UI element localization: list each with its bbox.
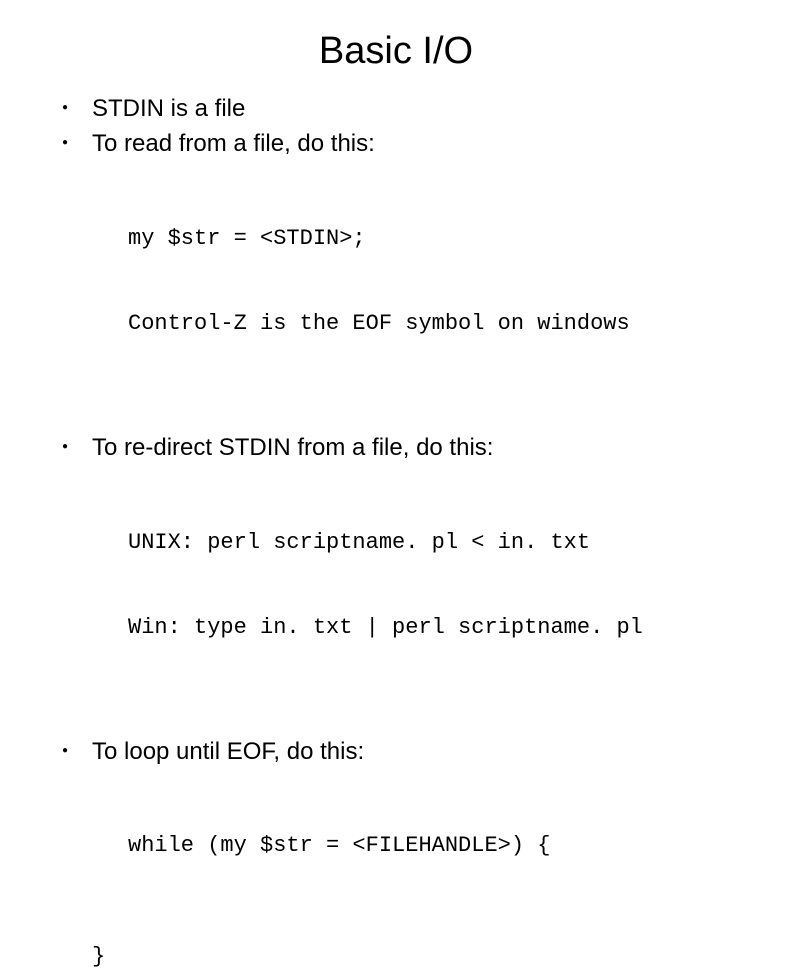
bullet-list: To loop until EOF, do this: bbox=[40, 736, 752, 767]
code-closing-brace: } bbox=[92, 944, 752, 969]
code-block: UNIX: perl scriptname. pl < in. txt Win:… bbox=[128, 471, 752, 700]
bullet-item: To read from a file, do this: bbox=[92, 128, 752, 159]
code-line: while (my $str = <FILEHANDLE>) { bbox=[128, 832, 752, 861]
slide-title: Basic I/O bbox=[40, 30, 752, 73]
code-line: UNIX: perl scriptname. pl < in. txt bbox=[128, 529, 752, 558]
code-block: my $str = <STDIN>; Control-Z is the EOF … bbox=[128, 167, 752, 396]
slide: Basic I/O STDIN is a file To read from a… bbox=[0, 0, 792, 612]
bullet-item: STDIN is a file bbox=[92, 93, 752, 124]
bullet-item: To loop until EOF, do this: bbox=[92, 736, 752, 767]
code-line: Win: type in. txt | perl scriptname. pl bbox=[128, 614, 752, 643]
bullet-list: To re-direct STDIN from a file, do this: bbox=[40, 432, 752, 463]
code-block: while (my $str = <FILEHANDLE>) { bbox=[128, 775, 752, 918]
code-line: Control-Z is the EOF symbol on windows bbox=[128, 310, 752, 339]
bullet-list: STDIN is a file To read from a file, do … bbox=[40, 93, 752, 159]
bullet-item: To re-direct STDIN from a file, do this: bbox=[92, 432, 752, 463]
code-line: my $str = <STDIN>; bbox=[128, 225, 752, 254]
